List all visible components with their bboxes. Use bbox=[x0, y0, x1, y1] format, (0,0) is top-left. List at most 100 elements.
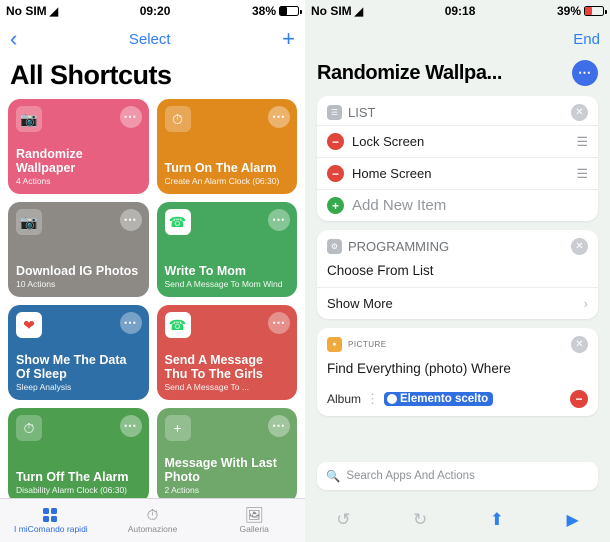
ellipsis-icon[interactable]: ⋯ bbox=[268, 415, 290, 437]
variable-icon bbox=[387, 394, 398, 404]
variable-chip[interactable]: Elemento scelto bbox=[384, 392, 494, 406]
shortcut-editor-screen: No SIM ◢ 09:18 39% End Randomize Wallpa.… bbox=[305, 0, 610, 542]
list-item[interactable]: − Lock Screen ☰ bbox=[317, 125, 598, 157]
left-status-bar: No SIM ◢ 09:20 38% bbox=[0, 0, 305, 22]
tab-label: Galleria bbox=[239, 524, 269, 534]
clock-label: 09:20 bbox=[139, 4, 171, 18]
shortcut-title: Send A Message Thu To The Girls bbox=[164, 353, 263, 382]
tab-gallery[interactable]: 🖼 Galleria bbox=[203, 507, 305, 534]
close-icon[interactable]: ✕ bbox=[571, 238, 588, 255]
photo-icon: 📷 bbox=[16, 209, 42, 235]
shortcut-subtitle: 4 Actions bbox=[16, 177, 51, 187]
minus-icon[interactable]: − bbox=[570, 390, 588, 408]
shortcut-subtitle: 10 Actions bbox=[16, 280, 56, 290]
carrier-label: No SIM bbox=[311, 4, 352, 18]
shortcut-title: Randomize Wallpaper bbox=[16, 147, 83, 176]
shortcut-card[interactable]: ⏱ ⋯ Turn Off The Alarm Disability Alarm … bbox=[8, 408, 149, 503]
ellipsis-icon[interactable]: ⋯ bbox=[572, 60, 598, 86]
wifi-icon: ◢ bbox=[49, 5, 59, 18]
ellipsis-icon[interactable]: ⋯ bbox=[119, 415, 142, 437]
battery-percent-label: 39% bbox=[556, 4, 581, 18]
shortcut-subtitle: Sleep Analysis bbox=[16, 383, 72, 393]
minus-icon[interactable]: − bbox=[327, 133, 344, 150]
action-card-programming[interactable]: ⚙ PROGRAMMING ✕ Choose From List Show Mo… bbox=[317, 230, 598, 319]
action-body-label: Find Everything (photo) Where bbox=[327, 361, 511, 376]
drag-handle-icon[interactable]: ☰ bbox=[572, 166, 588, 182]
shortcut-name-title: Randomize Wallpa... bbox=[317, 61, 503, 84]
album-filter-row[interactable]: Album ⋮ Elemento scelto − bbox=[317, 385, 598, 416]
shortcut-card[interactable]: ❤ ⋯ Show Me The Data Of Sleep Sleep Anal… bbox=[8, 305, 149, 400]
whatsapp-icon: ☎ bbox=[164, 209, 191, 235]
ellipsis-icon[interactable]: ⋯ bbox=[119, 312, 142, 334]
gear-icon: ⚙ bbox=[327, 239, 342, 254]
shortcuts-list-screen: No SIM ◢ 09:20 38% ‹ Select + All Shortc… bbox=[0, 0, 305, 542]
photo-icon: ✸ bbox=[327, 337, 342, 352]
show-more-label: Show More bbox=[327, 296, 393, 311]
shortcut-card[interactable]: + ⋯ Message With Last Photo 2 Actions bbox=[156, 408, 297, 503]
tab-label: I miComando rapidi bbox=[13, 524, 88, 534]
plus-icon[interactable]: + bbox=[282, 28, 295, 50]
list-item[interactable]: − Home Screen ☰ bbox=[317, 157, 598, 189]
clock-icon: ⏱ bbox=[164, 106, 191, 132]
add-new-item-row[interactable]: + Add New Item bbox=[317, 189, 598, 221]
shortcut-subtitle: Send A Message To Mom Wind bbox=[164, 280, 283, 290]
select-button[interactable]: Select bbox=[129, 31, 171, 48]
battery-percent-label: 38% bbox=[251, 4, 276, 18]
shortcut-title: Message With Last Photo bbox=[164, 456, 277, 485]
shortcut-card[interactable]: ☎ ⋯ Write To Mom Send A Message To Mom W… bbox=[156, 202, 297, 297]
list-item-label: Home Screen bbox=[352, 166, 432, 181]
list-item-label: Lock Screen bbox=[352, 134, 425, 149]
ellipsis-icon[interactable]: ⋯ bbox=[119, 106, 142, 128]
right-status-bar: No SIM ◢ 09:18 39% bbox=[305, 0, 610, 22]
chevron-left-icon[interactable]: ‹ bbox=[10, 28, 17, 50]
wifi-icon: ◢ bbox=[354, 5, 364, 18]
drag-handle-icon[interactable]: ☰ bbox=[572, 134, 588, 150]
ellipsis-icon[interactable]: ⋯ bbox=[119, 209, 142, 231]
shortcut-title: Write To Mom bbox=[164, 264, 246, 279]
shortcut-subtitle: 2 Actions bbox=[164, 486, 200, 496]
battery-icon bbox=[279, 6, 302, 16]
ellipsis-icon[interactable]: ⋯ bbox=[268, 106, 290, 128]
end-button[interactable]: End bbox=[573, 31, 600, 48]
carrier-label: No SIM bbox=[6, 4, 47, 18]
editor-toolbar: ↺ ↻ ⬆ ▶ bbox=[305, 498, 610, 542]
share-icon[interactable]: ⬆ bbox=[490, 510, 504, 530]
tab-shortcuts[interactable]: I miComando rapidi bbox=[0, 507, 102, 534]
list-icon: ☰ bbox=[327, 105, 342, 120]
battery-icon bbox=[584, 6, 607, 16]
squares-grid-icon bbox=[43, 508, 58, 523]
search-icon: 🔍 bbox=[326, 471, 341, 483]
minus-icon[interactable]: − bbox=[327, 165, 344, 182]
action-card-list[interactable]: ☰ LIST ✕ − Lock Screen ☰ − Home Screen ☰… bbox=[317, 96, 598, 221]
chevron-right-icon: › bbox=[583, 296, 588, 311]
close-icon[interactable]: ✕ bbox=[571, 104, 588, 121]
left-navbar: ‹ Select + bbox=[0, 22, 305, 56]
redo-icon[interactable]: ↻ bbox=[413, 510, 427, 530]
shortcut-subtitle: Disability Alarm Clock (06:30) bbox=[16, 486, 128, 496]
ellipsis-icon[interactable]: ⋯ bbox=[268, 312, 290, 334]
action-name-label: PROGRAMMING bbox=[348, 239, 450, 254]
show-more-row[interactable]: Show More › bbox=[317, 287, 598, 319]
right-navbar: End bbox=[305, 22, 610, 56]
ellipsis-icon[interactable]: ⋯ bbox=[268, 209, 290, 231]
tab-automation[interactable]: ⏱ Automazione bbox=[102, 507, 204, 534]
action-card-header: ☰ LIST ✕ bbox=[317, 96, 598, 125]
action-card-header: ✸ PICTURE ✕ bbox=[317, 328, 598, 357]
plus-icon[interactable]: + bbox=[327, 197, 344, 214]
shortcut-card[interactable]: 📷 ⋯ Randomize Wallpaper 4 Actions bbox=[8, 99, 149, 194]
shortcut-card[interactable]: 📷 ⋯ Download IG Photos 10 Actions bbox=[8, 202, 149, 297]
whatsapp-icon: ☎ bbox=[164, 312, 191, 338]
dual-screenshot: No SIM ◢ 09:20 38% ‹ Select + All Shortc… bbox=[0, 0, 610, 542]
variable-chip-label: Elemento scelto bbox=[400, 393, 489, 405]
photo-icon: 📷 bbox=[16, 106, 42, 132]
search-input[interactable]: 🔍 Search Apps And Actions bbox=[317, 462, 598, 490]
shortcut-card[interactable]: ⏱ ⋯ Turn On The Alarm Create An Alarm Cl… bbox=[156, 99, 297, 194]
undo-icon[interactable]: ↺ bbox=[336, 510, 350, 530]
action-name-label: LIST bbox=[348, 105, 376, 120]
shortcut-card[interactable]: ☎ ⋯ Send A Message Thu To The Girls Send… bbox=[156, 305, 297, 400]
play-icon[interactable]: ▶ bbox=[566, 510, 578, 530]
close-icon[interactable]: ✕ bbox=[571, 336, 588, 353]
action-card-picture[interactable]: ✸ PICTURE ✕ Find Everything (photo) Wher… bbox=[317, 328, 598, 416]
page-title: All Shortcuts bbox=[10, 60, 172, 90]
gallery-icon: 🖼 bbox=[244, 507, 264, 524]
